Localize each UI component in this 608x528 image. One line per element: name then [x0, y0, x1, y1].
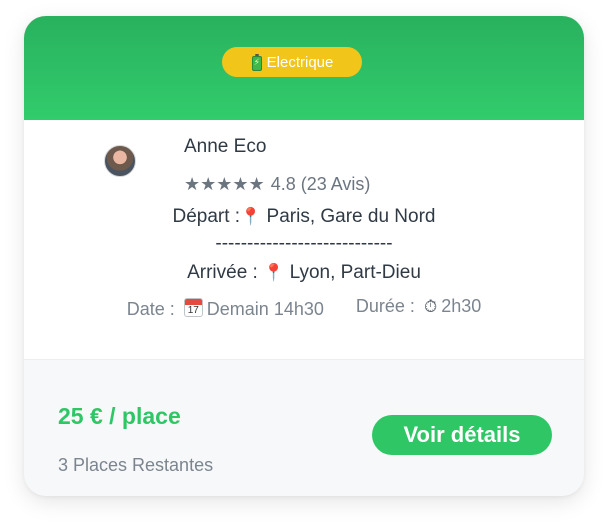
- avatar[interactable]: [104, 145, 136, 177]
- trip-card: ⚡ Electrique Anne Eco ★★★★★ 4.8 (23 Avis…: [24, 16, 584, 496]
- duration-info: Durée : ⏱ 2h30: [356, 296, 481, 320]
- card-header: ⚡ Electrique: [24, 16, 584, 120]
- duration-value: 2h30: [441, 296, 482, 316]
- route-separator: ----------------------------: [215, 233, 393, 254]
- rating-text: 4.8 (23 Avis): [270, 174, 371, 194]
- arrival-label: Arrivée :: [187, 262, 258, 283]
- date-value: Demain 14h30: [206, 299, 324, 319]
- vehicle-type-badge: ⚡ Electrique: [222, 47, 362, 77]
- departure-line: Départ :📍 Paris, Gare du Nord: [24, 206, 584, 228]
- departure-value: Paris, Gare du Nord: [266, 206, 436, 227]
- battery-icon: ⚡: [251, 53, 263, 71]
- stopwatch-icon: ⏱: [423, 297, 438, 316]
- price-per-seat: 25 € / place: [58, 403, 181, 429]
- badge-label: Electrique: [266, 53, 334, 71]
- date-info: Date : 17 Demain 14h30: [127, 296, 324, 320]
- trip-meta: Date : 17 Demain 14h30 Durée : ⏱ 2h30: [24, 296, 584, 320]
- driver-name: Anne Eco: [184, 136, 267, 157]
- arrival-line: Arrivée : 📍 Lyon, Part-Dieu: [24, 262, 584, 284]
- seats-remaining: 3 Places Restantes: [58, 455, 214, 475]
- map-pin-icon: 📍: [240, 207, 262, 226]
- view-details-button[interactable]: Voir détails: [372, 415, 552, 455]
- calendar-icon: 17: [183, 298, 203, 317]
- rating-stars-icon: ★★★★★: [184, 174, 265, 194]
- arrival-value: Lyon, Part-Dieu: [289, 262, 421, 283]
- departure-label: Départ :: [172, 206, 241, 227]
- trip-content: Anne Eco ★★★★★ 4.8 (23 Avis) Départ :📍 P…: [24, 120, 584, 360]
- map-pin-icon: 📍: [263, 263, 285, 282]
- driver-rating: ★★★★★ 4.8 (23 Avis): [184, 174, 370, 195]
- duration-label: Durée :: [355, 296, 415, 316]
- card-footer: 25 € / place 3 Places Restantes Voir dét…: [24, 360, 584, 496]
- date-label: Date :: [126, 299, 175, 319]
